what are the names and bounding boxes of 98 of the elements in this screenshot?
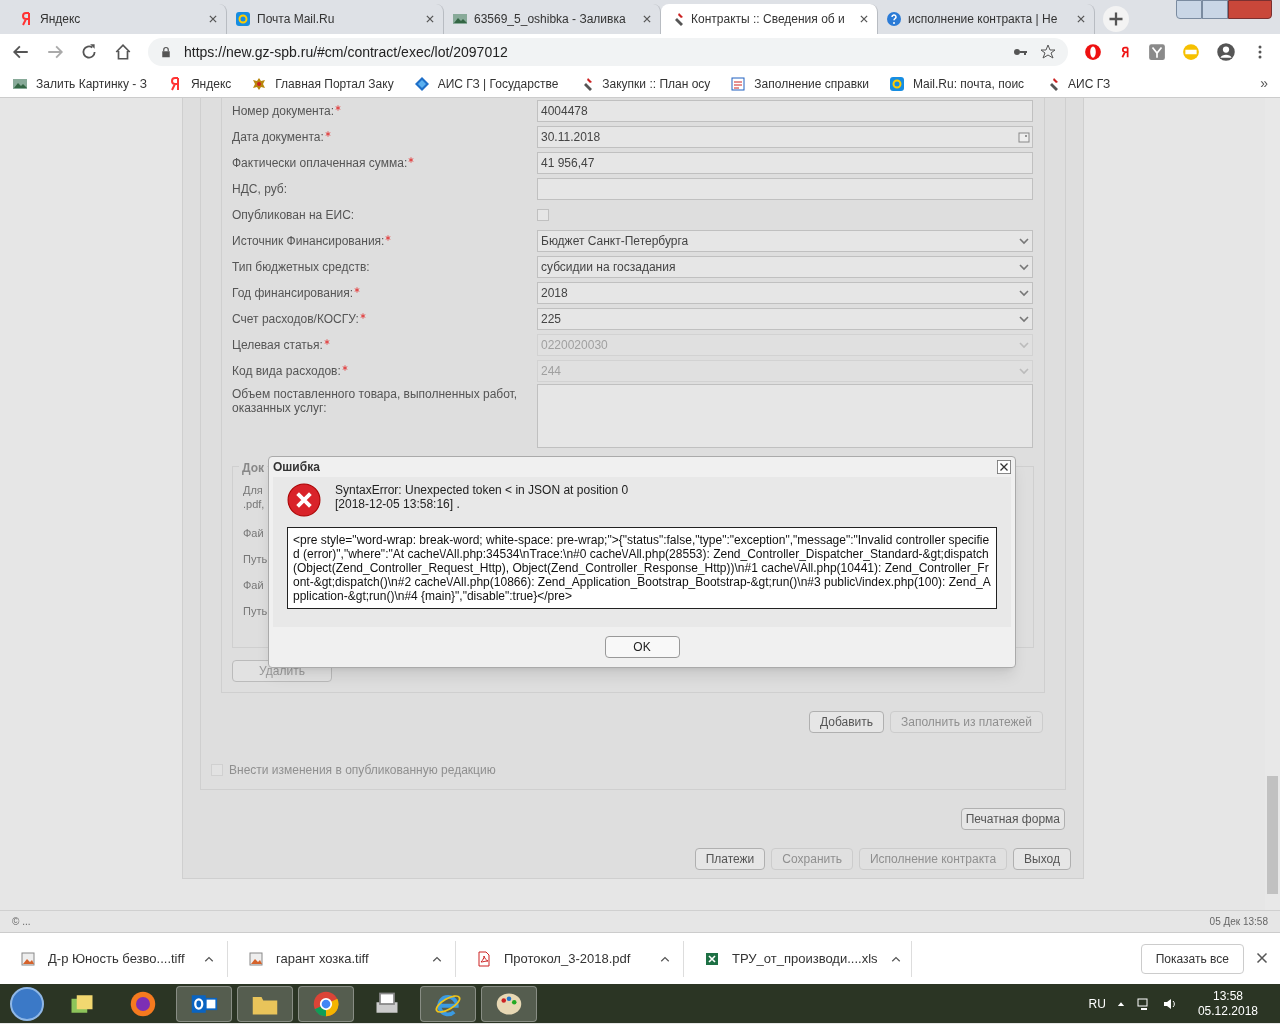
star-icon[interactable] — [1040, 44, 1056, 60]
bookmark-link[interactable]: Залить Картинку - З — [36, 74, 147, 93]
field-label: Код вида расходов: — [232, 364, 341, 378]
field-label: Номер документа: — [232, 104, 335, 118]
field-label: Год финансирования: — [232, 286, 354, 300]
pdf-file-icon — [476, 950, 492, 967]
image-file-icon — [248, 950, 264, 967]
bookmark-link[interactable]: Главная Портал Заку — [275, 74, 394, 93]
status-time: 05 Дек 13:58 — [1209, 915, 1268, 929]
question-icon — [886, 11, 902, 27]
bookmark-link[interactable]: АИС ГЗ | Государстве — [437, 74, 559, 93]
note-text: .pdf, — [243, 497, 265, 511]
bookmark-link[interactable]: Заполнение справки — [754, 74, 869, 93]
checkbox-label: Внести изменения в опубликованную редакцию — [229, 762, 496, 779]
download-item[interactable]: Протокол_3-2018.pdf — [456, 940, 684, 977]
field-label: Опубликован на ЕИС: — [232, 208, 355, 222]
image-file-icon — [20, 950, 36, 967]
error-icon — [287, 483, 321, 517]
extension-icon[interactable] — [1148, 43, 1166, 61]
dropdown-field[interactable]: Бюджет Санкт-Петербурга — [537, 230, 1033, 252]
taskbar-app-button[interactable] — [420, 985, 476, 1022]
bookmark-link[interactable]: Mail.Ru: почта, поис — [913, 74, 1025, 93]
textarea-field[interactable] — [537, 384, 1033, 448]
close-icon[interactable] — [1256, 951, 1268, 964]
field-label: Источник Финансирования: — [232, 234, 385, 248]
field-label: Фай — [243, 578, 264, 593]
diamond-icon[interactable] — [413, 75, 430, 92]
footer-button[interactable]: Выход — [1013, 848, 1071, 870]
field-label: НДС, руб: — [232, 182, 287, 196]
input-field[interactable]: 41 956,47 — [537, 152, 1033, 174]
checkbox[interactable] — [537, 209, 549, 221]
footer-button[interactable]: Платежи — [694, 848, 766, 870]
close-icon[interactable] — [997, 460, 1011, 474]
account-icon[interactable] — [1216, 42, 1236, 62]
reload-icon[interactable] — [80, 43, 98, 61]
input-field[interactable] — [537, 178, 1033, 200]
field-label: Целевая статья: — [232, 338, 323, 352]
spreadsheet-file-icon — [704, 950, 720, 967]
taskbar-app-button[interactable] — [237, 985, 293, 1022]
close-icon[interactable] — [642, 14, 652, 24]
close-icon[interactable] — [425, 14, 435, 24]
opera-icon[interactable] — [1084, 43, 1102, 61]
date-field[interactable]: 30.11.2018 — [537, 126, 1033, 148]
firefox-icon — [129, 989, 157, 1018]
lock-icon — [160, 46, 172, 58]
dropdown-field[interactable]: 225 — [537, 308, 1033, 330]
field-label: Путь — [243, 552, 268, 567]
dialog-title: Ошибка — [273, 459, 320, 476]
dropdown-field: 0220020030 — [537, 334, 1033, 356]
note-text: Для — [243, 483, 263, 497]
download-item[interactable]: Д-р Юность безво....tiff — [0, 940, 228, 977]
print-form-button[interactable]: Печатная форма — [960, 808, 1065, 830]
status-text: © ... — [12, 915, 31, 929]
input-field[interactable]: 4004478 — [537, 100, 1033, 122]
language-indicator[interactable]: RU — [1088, 994, 1106, 1013]
home-icon[interactable] — [114, 43, 132, 61]
field-label: Объем поставленного товара, выполненных работ, оказанных услуг: — [232, 387, 519, 415]
address-bar[interactable]: https://new.gz-spb.ru/#cm/contract/exec/lot/2097012 — [148, 38, 1068, 66]
field-label: Счет расходов/КОСГУ: — [232, 312, 359, 326]
bookmark-link[interactable]: АИС ГЗ — [1068, 74, 1111, 93]
start-button[interactable] — [10, 986, 44, 1021]
close-icon[interactable] — [208, 14, 218, 24]
bookmark-link[interactable]: Яндекс — [190, 74, 232, 93]
url-text: https://new.gz-spb.ru/#cm/contract/exec/lot/2097012 — [184, 42, 509, 62]
close-icon[interactable] — [859, 14, 869, 24]
tab-title: Яндекс — [40, 11, 82, 28]
dropdown-field[interactable]: субсидии на госзадания — [537, 256, 1033, 278]
back-arrow-icon[interactable] — [12, 43, 30, 61]
error-message: SyntaxError: Unexpected token < in JSON at position 0 — [335, 483, 629, 497]
taskbar-app-button[interactable] — [481, 985, 537, 1022]
browser-tab[interactable]: Контракты :: Сведения об и — [661, 4, 878, 34]
field-label: Путь — [243, 604, 268, 619]
ok-button[interactable]: OK — [604, 636, 680, 658]
add-button[interactable]: Добавить — [808, 711, 884, 733]
taskbar-app-button[interactable] — [176, 985, 232, 1022]
field-label: Дата документа: — [232, 130, 324, 144]
dropdown-field: 244 — [537, 360, 1033, 382]
dropdown-field[interactable]: 2018 — [537, 282, 1033, 304]
tab-title: Почта Mail.Ru — [257, 11, 336, 28]
taskbar-app-button[interactable] — [298, 985, 354, 1022]
download-item[interactable]: гарант хозка.tiff — [228, 940, 456, 977]
tab-title: 63569_5_oshibka - Заливка — [474, 11, 627, 28]
show-all-button[interactable]: Показать все — [1140, 943, 1244, 974]
field-label: Тип бюджетных средств: — [232, 260, 370, 274]
tab-title: Контракты :: Сведения об и — [691, 11, 846, 28]
chrome-icon — [312, 989, 340, 1018]
field-label: Фай — [243, 526, 264, 541]
more-bookmarks-button[interactable]: » — [1260, 73, 1268, 94]
close-icon[interactable] — [1076, 14, 1086, 24]
download-item[interactable]: ТРУ_от_производи....xls — [684, 940, 912, 977]
bookmark-link[interactable]: Закупки :: План осу — [602, 74, 711, 93]
error-timestamp: [2018-12-05 13:58:16] . — [335, 497, 461, 511]
clock[interactable]: 13:58 05.12.2018 — [1197, 988, 1258, 1019]
field-label: Фактически оплаченная сумма: — [232, 156, 408, 170]
tab-title: исполнение контракта | Не — [908, 11, 1059, 28]
new-tab-button[interactable] — [1103, 6, 1129, 32]
error-details: <pre style="word-wrap: break-word; white-space: pre-wrap;">{"status":false,"type":"exception","message":"Invalid controller specified (error)","where":"At cache\/All.php:34534\nTrace:\n#0 cache\/All.php(28553): Zend_Controller_Dispatcher_Standard-&gt;dispatch(Object(Zend_Controller_Request_Http), Object(Zend_Controller_Response_Http))\n#1 cache\/All.php(10441): Zend_Controller_Front-&gt;dispatch()\n#2 cache\/All.php(10866): Zend_Application_Bootstrap_Bootstrap-&gt;run()\n#3 public\/index.php(100): Zend_Application-&gt;run()\n#4 {main}","disable":true}</pre> — [287, 527, 997, 609]
picture-icon — [452, 11, 468, 27]
